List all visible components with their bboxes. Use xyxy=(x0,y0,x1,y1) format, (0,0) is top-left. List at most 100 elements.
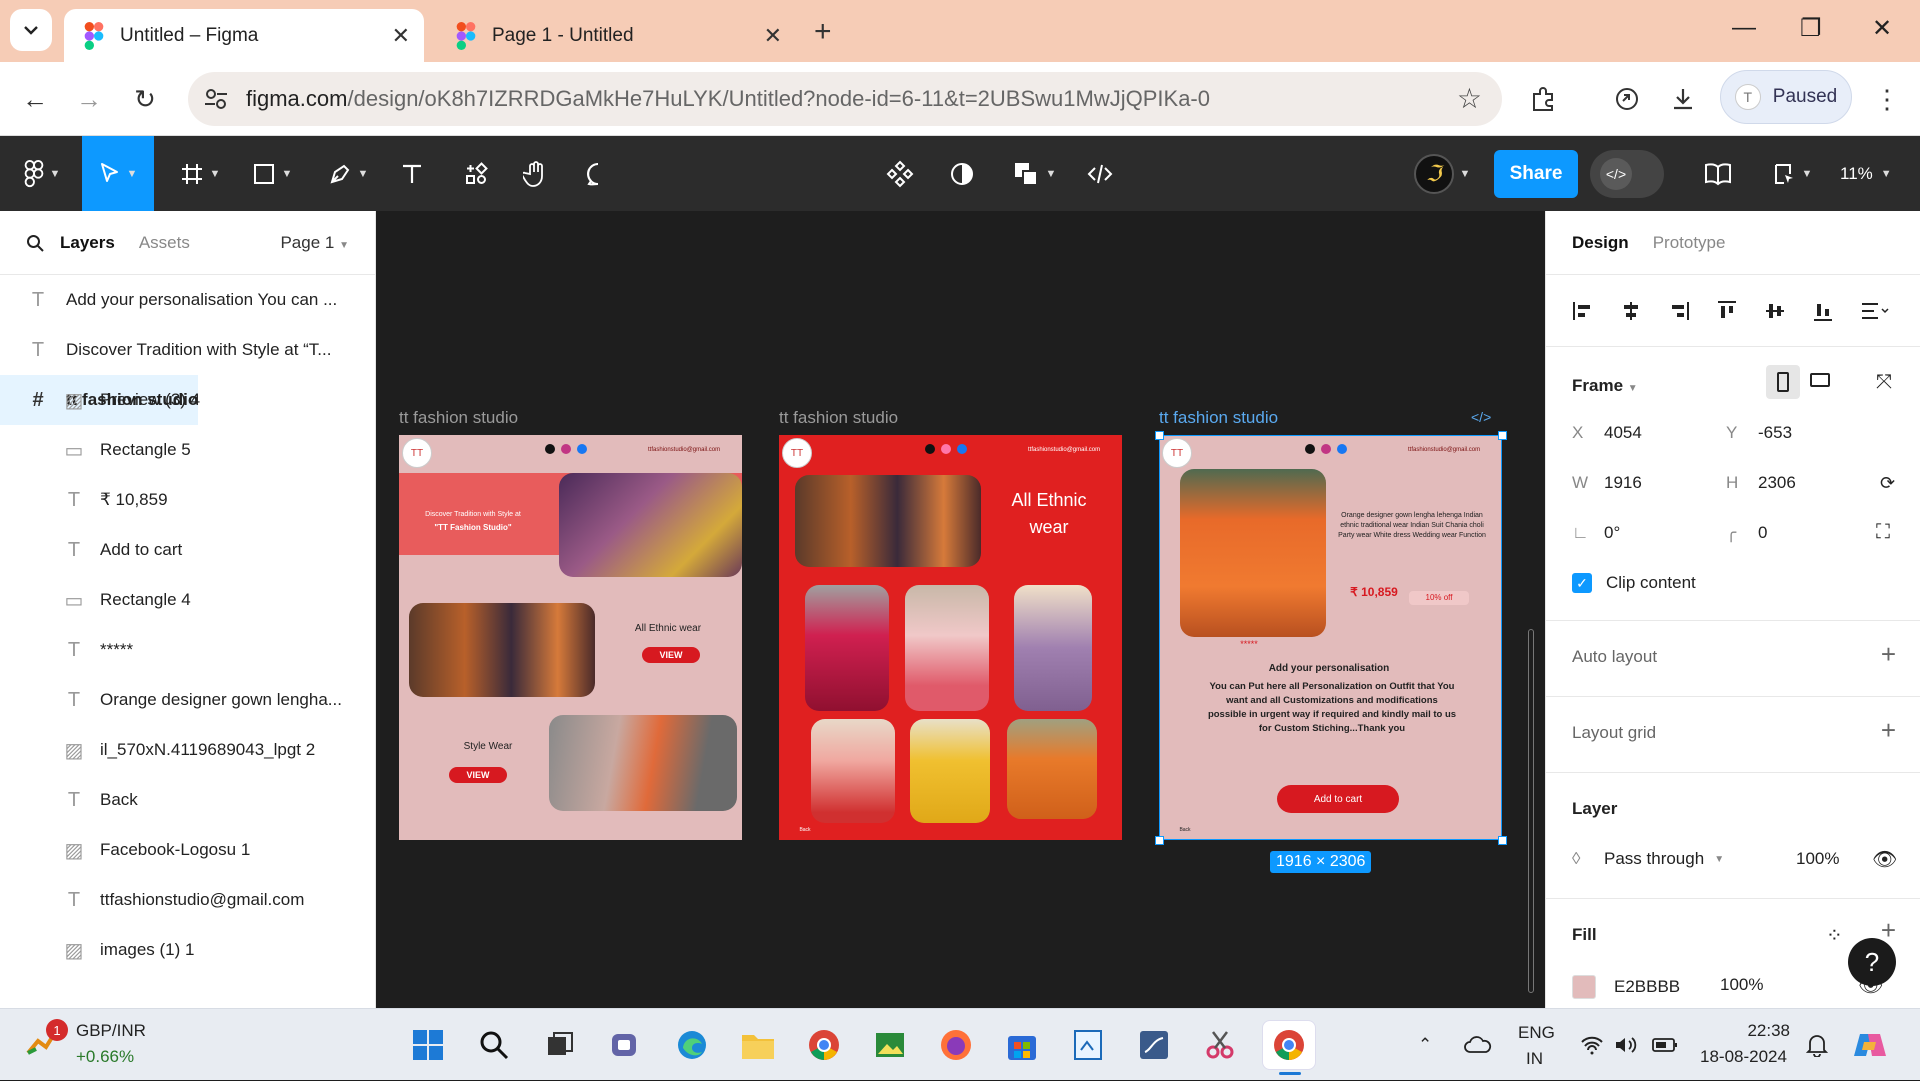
tab-figma[interactable]: Untitled – Figma ✕ xyxy=(64,9,424,62)
add-layout-grid-icon[interactable]: + xyxy=(1881,715,1896,746)
frame-label-selected[interactable]: tt fashion studio xyxy=(1159,408,1278,428)
resize-handle[interactable] xyxy=(1155,836,1164,845)
reload-icon[interactable]: ↻ xyxy=(128,82,162,116)
search-icon[interactable] xyxy=(26,234,44,252)
portrait-orientation-icon[interactable] xyxy=(1766,365,1800,399)
product-image[interactable] xyxy=(910,719,990,823)
tab-page1[interactable]: Page 1 - Untitled ✕ xyxy=(436,9,796,62)
constrain-proportions-icon[interactable]: ⟳ xyxy=(1880,473,1895,494)
eye-icon[interactable]: 👁 xyxy=(1872,847,1897,872)
snipping-tool-icon[interactable] xyxy=(1198,1023,1242,1067)
extensions-icon[interactable] xyxy=(1526,82,1560,116)
window-close-icon[interactable]: ✕ xyxy=(1872,14,1892,43)
back-arrow-icon[interactable]: ← xyxy=(18,82,52,116)
product-image[interactable] xyxy=(905,585,989,711)
align-right-icon[interactable] xyxy=(1668,300,1690,322)
photo-editor-icon[interactable] xyxy=(868,1023,912,1067)
x-field[interactable]: X 4054 xyxy=(1572,423,1642,443)
resize-handle[interactable] xyxy=(1498,836,1507,845)
layer-item[interactable]: T Add to cart xyxy=(0,525,375,575)
clock-time[interactable]: 22:38 xyxy=(1702,1021,1790,1041)
layer-item[interactable]: ▭ Rectangle 4 xyxy=(0,575,375,625)
address-bar[interactable]: figma.com/design/oK8h7IZRRDGaMkHe7HuLYK/… xyxy=(188,72,1502,126)
mysql-workbench-icon[interactable] xyxy=(1132,1023,1176,1067)
fill-color-swatch[interactable] xyxy=(1572,975,1596,999)
back-link[interactable]: Back xyxy=(795,827,815,833)
chrome-active-icon[interactable] xyxy=(1262,1020,1316,1075)
file-explorer-icon[interactable] xyxy=(736,1023,780,1067)
microsoft-store-icon[interactable] xyxy=(1000,1023,1044,1067)
product-image[interactable] xyxy=(811,719,895,823)
rotation-field[interactable]: ∟ 0° xyxy=(1572,523,1620,543)
width-field[interactable]: W 1916 xyxy=(1572,473,1642,493)
align-center-h-icon[interactable] xyxy=(1620,300,1642,322)
site-settings-icon[interactable] xyxy=(202,85,230,113)
view-button[interactable]: VIEW xyxy=(642,647,700,663)
y-field[interactable]: Y -653 xyxy=(1726,423,1792,443)
independent-corners-icon[interactable]: ⛶ xyxy=(1876,521,1890,544)
close-icon[interactable]: ✕ xyxy=(392,23,410,49)
resize-handle[interactable] xyxy=(1155,431,1164,440)
styles-grid-icon[interactable]: ⁘ xyxy=(1826,923,1843,948)
fill-color-field[interactable]: E2BBBB xyxy=(1572,975,1680,999)
frame-section-title[interactable]: Frame ▼ xyxy=(1572,376,1638,396)
layer-item[interactable]: ▨ images (1) 1 xyxy=(0,925,375,975)
start-button[interactable] xyxy=(406,1023,450,1067)
dev-code-button[interactable] xyxy=(1080,136,1120,211)
clip-content-checkbox[interactable]: ✓ Clip content xyxy=(1572,573,1696,593)
tab-design[interactable]: Design xyxy=(1572,233,1629,253)
frame-label[interactable]: tt fashion studio xyxy=(779,408,898,428)
align-bottom-icon[interactable] xyxy=(1812,300,1834,322)
opacity-field[interactable]: 100% xyxy=(1796,849,1839,869)
restore-icon[interactable]: ❐ xyxy=(1800,14,1822,43)
page-selector[interactable]: Page 1 ▼ xyxy=(280,233,349,253)
tab-assets[interactable]: Assets xyxy=(139,233,190,253)
tab-layers[interactable]: Layers xyxy=(60,233,115,253)
view-button[interactable]: VIEW xyxy=(449,767,507,783)
stock-widget-icon[interactable]: 1 xyxy=(24,1019,68,1067)
layer-item[interactable]: T Back xyxy=(0,775,375,825)
more-menu-icon[interactable]: ⋮ xyxy=(1870,82,1904,116)
components-button[interactable] xyxy=(882,136,918,211)
mask-button[interactable] xyxy=(944,136,980,211)
move-tool-button[interactable]: ▼ xyxy=(82,136,154,211)
volume-icon[interactable] xyxy=(1614,1009,1638,1081)
frame-product-detail[interactable]: TT ttfashionstudio@gmail.com Orange desi… xyxy=(1159,435,1502,840)
chrome-icon[interactable] xyxy=(802,1023,846,1067)
align-middle-icon[interactable] xyxy=(1764,300,1786,322)
tab-prototype[interactable]: Prototype xyxy=(1653,233,1726,253)
frame-label[interactable]: tt fashion studio xyxy=(399,408,518,428)
show-hidden-icons[interactable]: ⌃ xyxy=(1418,1009,1432,1081)
text-tool-button[interactable] xyxy=(396,136,428,211)
add-to-cart-button[interactable]: Add to cart xyxy=(1277,785,1399,813)
distribute-icon[interactable] xyxy=(1860,300,1890,322)
frame-tool-button[interactable]: ▼ xyxy=(174,136,226,211)
copilot-icon[interactable] xyxy=(1852,1009,1888,1081)
plugin-avatar-button[interactable]: ℑ ▼ xyxy=(1402,136,1482,211)
design-canvas[interactable]: tt fashion studio TT ttfashionstudio@gma… xyxy=(377,211,1544,1008)
language-line2[interactable]: IN xyxy=(1526,1049,1543,1069)
corner-radius-field[interactable]: ╭ 0 xyxy=(1726,523,1767,543)
comment-tool-button[interactable] xyxy=(580,136,616,211)
layer-item[interactable]: T ₹ 10,859 xyxy=(0,475,375,525)
resize-handle[interactable] xyxy=(1498,431,1507,440)
close-icon[interactable]: ✕ xyxy=(764,23,782,49)
main-menu-button[interactable]: ▼ xyxy=(18,136,66,211)
help-button[interactable]: ? xyxy=(1848,938,1896,986)
layer-item[interactable]: T ***** xyxy=(0,625,375,675)
download-icon[interactable] xyxy=(1666,82,1700,116)
align-top-icon[interactable] xyxy=(1716,300,1738,322)
layer-item[interactable]: T Orange designer gown lengha... xyxy=(0,675,375,725)
layer-item[interactable]: Tttfashionstudio@gmail.com xyxy=(0,875,375,925)
resize-to-fit-icon[interactable]: ⤧ xyxy=(1876,371,1892,394)
code-icon[interactable]: </> xyxy=(1471,409,1491,425)
fill-opacity-field[interactable]: 100% xyxy=(1720,975,1763,995)
product-image[interactable] xyxy=(1007,719,1097,819)
teams-icon[interactable] xyxy=(604,1023,648,1067)
layer-item[interactable]: ▨ Preview (3) 4 xyxy=(0,375,375,425)
align-left-icon[interactable] xyxy=(1572,300,1594,322)
layer-item[interactable]: T Add your personalisation You can ... xyxy=(0,275,375,325)
layer-item[interactable]: T Discover Tradition with Style at “T... xyxy=(0,325,375,375)
bookmark-star-icon[interactable]: ☆ xyxy=(1457,82,1482,115)
task-view-icon[interactable] xyxy=(538,1023,582,1067)
